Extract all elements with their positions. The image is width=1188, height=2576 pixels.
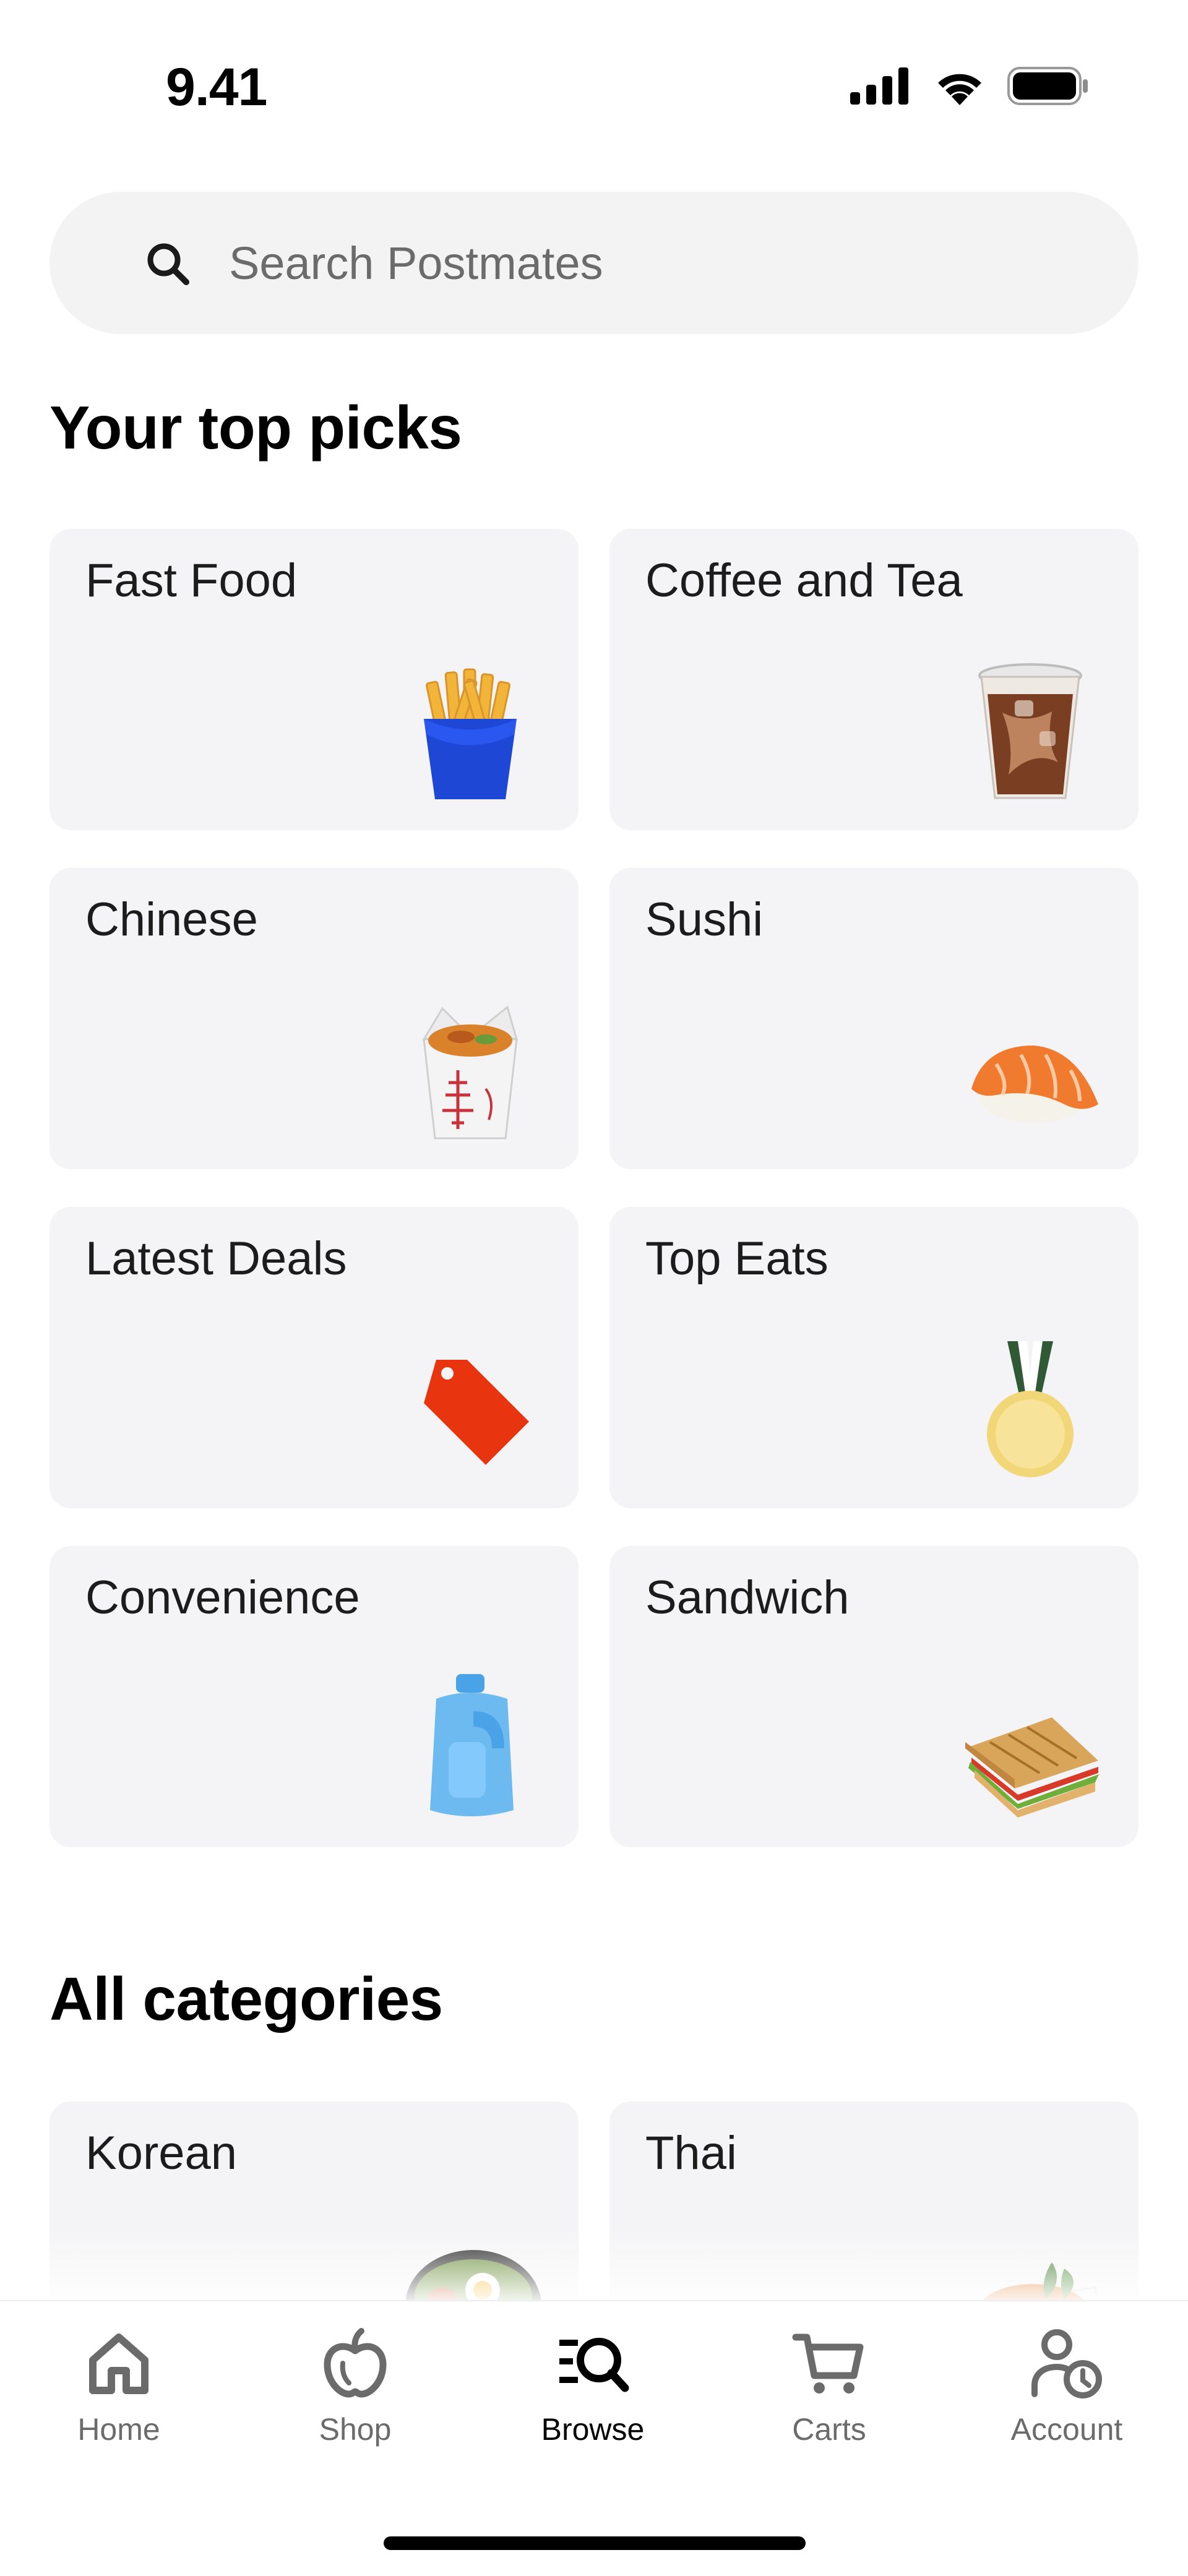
search-input[interactable]	[229, 192, 1095, 334]
cart-icon	[792, 2326, 866, 2400]
home-icon	[82, 2326, 156, 2400]
category-label: Latest Deals	[85, 1232, 347, 1285]
nav-label: Browse	[541, 2412, 645, 2447]
category-label: Top Eats	[645, 1232, 829, 1285]
nav-label: Shop	[319, 2412, 392, 2447]
status-bar: 9.41	[0, 0, 1188, 173]
account-icon	[1030, 2326, 1104, 2400]
category-label: Thai	[645, 2127, 737, 2179]
browse-icon	[556, 2326, 630, 2400]
top-picks-title: Your top picks	[50, 393, 462, 462]
bottom-nav: Home Shop Browse Carts Account	[0, 2300, 1188, 2576]
category-label: Fast Food	[85, 554, 298, 607]
wifi-icon	[933, 67, 986, 105]
all-categories-title: All categories	[50, 1965, 443, 2033]
category-card-convenience[interactable]: Convenience	[50, 1546, 579, 1847]
category-card-fast-food[interactable]: Fast Food	[50, 529, 579, 830]
apple-icon	[318, 2326, 392, 2400]
category-label: Korean	[85, 2127, 238, 2179]
category-label: Sushi	[645, 893, 764, 946]
nav-item-account[interactable]: Account	[974, 2326, 1160, 2468]
category-label: Convenience	[85, 1571, 360, 1624]
nav-item-browse[interactable]: Browse	[500, 2326, 686, 2468]
home-indicator	[384, 2536, 806, 2550]
category-card-sandwich[interactable]: Sandwich	[609, 1546, 1138, 1847]
nav-item-carts[interactable]: Carts	[736, 2326, 922, 2468]
nav-item-shop[interactable]: Shop	[262, 2326, 448, 2468]
iced-coffee-icon	[959, 657, 1101, 805]
nav-label: Account	[1010, 2412, 1123, 2447]
scroll-fade	[0, 2227, 1188, 2301]
category-card-coffee-and-tea[interactable]: Coffee and Tea	[609, 529, 1138, 830]
medal-icon	[959, 1335, 1101, 1483]
nav-label: Home	[77, 2412, 160, 2447]
search-icon	[145, 241, 190, 289]
sushi-icon	[959, 996, 1101, 1144]
nav-item-home[interactable]: Home	[26, 2326, 212, 2468]
category-label: Coffee and Tea	[645, 554, 963, 607]
sandwich-icon	[959, 1674, 1101, 1823]
search-bar[interactable]	[50, 192, 1138, 334]
signal-icon	[850, 67, 912, 105]
takeout-box-icon	[399, 996, 541, 1144]
status-time: 9.41	[166, 58, 267, 117]
battery-icon	[1007, 67, 1089, 105]
detergent-bottle-icon	[399, 1674, 541, 1823]
fries-icon	[399, 657, 541, 805]
nav-label: Carts	[792, 2412, 866, 2447]
category-card-latest-deals[interactable]: Latest Deals	[50, 1207, 579, 1508]
category-card-top-eats[interactable]: Top Eats	[609, 1207, 1138, 1508]
category-card-chinese[interactable]: Chinese	[50, 868, 579, 1169]
price-tag-icon	[399, 1335, 541, 1483]
category-label: Sandwich	[645, 1571, 850, 1624]
status-icons	[850, 67, 1089, 105]
category-label: Chinese	[85, 893, 258, 946]
category-card-sushi[interactable]: Sushi	[609, 868, 1138, 1169]
